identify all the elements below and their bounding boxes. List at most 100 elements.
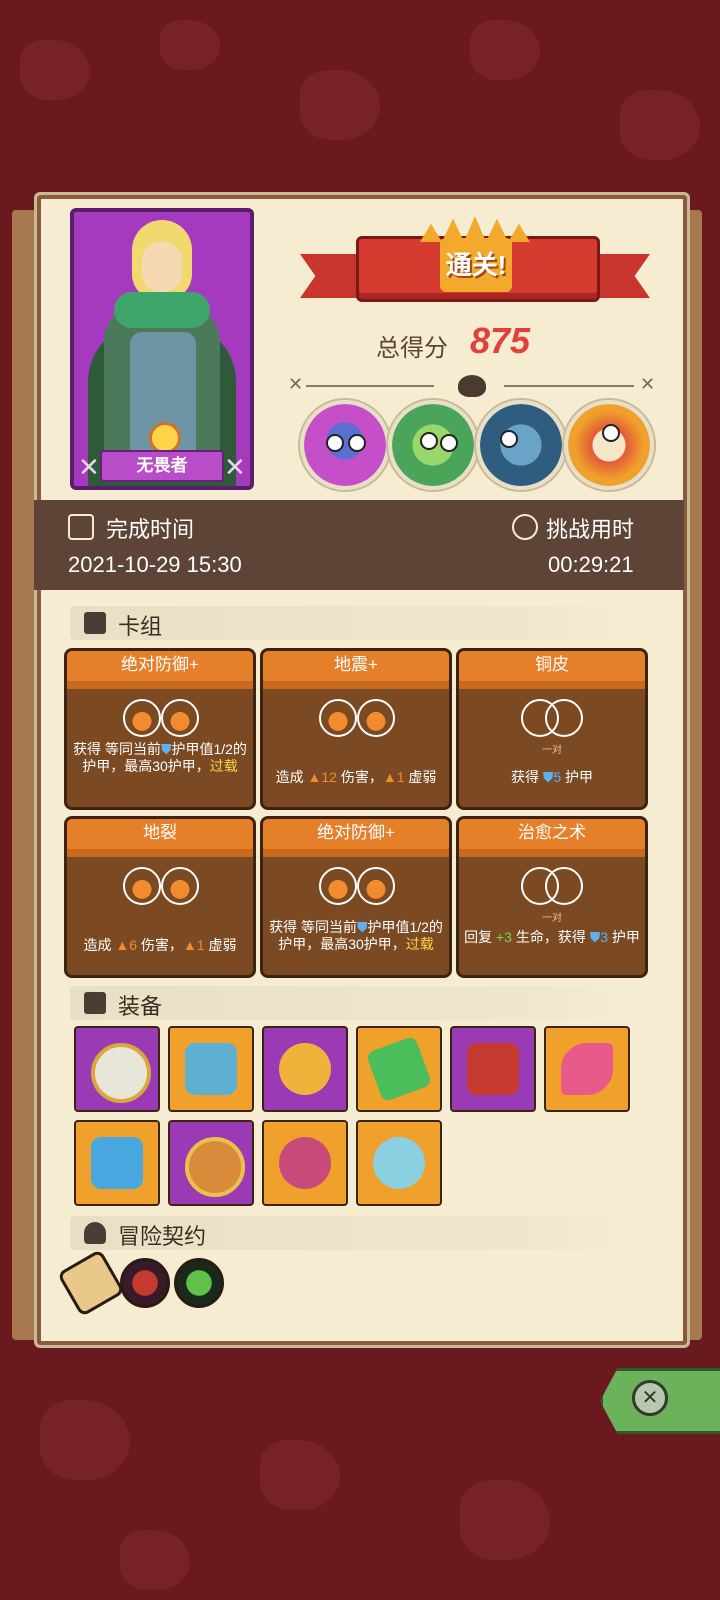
dice-slot — [545, 867, 583, 905]
deck-card[interactable]: 地震+ 造成 ▲12 伤害，▲1 虚弱 — [260, 648, 452, 810]
crossed-bones-icon: ✕ — [640, 374, 656, 394]
boss-portrait-3[interactable] — [476, 400, 566, 490]
dice-slot — [161, 867, 199, 905]
deck-card[interactable]: 绝对防御+ 获得 等同当前⛊护甲值1/2的护甲，最高30护甲，过载 — [260, 816, 452, 978]
card-title: 绝对防御+ — [263, 819, 449, 849]
dice-slot — [545, 699, 583, 737]
dice-slot — [319, 699, 357, 737]
card-title: 地裂 — [67, 819, 253, 849]
armor-value: 3 — [600, 929, 609, 945]
card-keyword: 过载 — [209, 758, 238, 774]
deck-section-header: 卡组 — [70, 606, 634, 640]
dice-slot — [357, 699, 395, 737]
bone-icon: ✕ — [224, 452, 246, 482]
skull-icon — [458, 375, 486, 397]
bg-shape — [300, 70, 380, 140]
calendar-icon — [68, 514, 94, 540]
dice-slot — [123, 867, 161, 905]
red-banner-icon[interactable] — [120, 1258, 170, 1308]
bg-shape — [620, 90, 700, 160]
card-title: 绝对防御+ — [67, 651, 253, 681]
dice-slot — [319, 867, 357, 905]
hex-amulet-icon[interactable] — [168, 1120, 254, 1206]
card-keyword: 过载 — [405, 936, 434, 952]
contract-section-title: 冒险契约 — [118, 1224, 207, 1249]
bg-shape — [460, 1480, 550, 1560]
damage-value: 6 — [129, 937, 138, 953]
potion-heart-icon[interactable] — [262, 1026, 348, 1112]
bg-shape — [160, 20, 220, 70]
score-label: 总得分 — [376, 335, 448, 362]
stats-bar: 完成时间 2021-10-29 15:30 挑战用时 00:29:21 — [34, 500, 684, 590]
cards-icon — [84, 612, 106, 634]
mirror-icon[interactable] — [74, 1026, 160, 1112]
boss-portrait-4[interactable] — [564, 400, 654, 490]
blue-shield-icon[interactable] — [74, 1120, 160, 1206]
card-desc: 获得 等同当前 — [73, 741, 161, 757]
card-title: 地震+ — [263, 651, 449, 681]
dice-slot — [357, 867, 395, 905]
hero-scarf — [114, 292, 210, 328]
contract-section-header: 冒险契约 — [70, 1216, 634, 1250]
red-bracer-icon[interactable] — [450, 1026, 536, 1112]
victory-banner: 通关! — [300, 216, 650, 312]
deck-card[interactable]: 铜皮 一对 获得 ⛊5 护甲 — [456, 648, 648, 810]
damage-value: 12 — [321, 769, 337, 785]
weak-icon: ▲ — [182, 937, 197, 953]
shield-icon: ⛊ — [160, 741, 172, 757]
weak-icon: ▲ — [382, 769, 397, 785]
score-value: 875 — [470, 320, 531, 361]
blue-vase-icon[interactable] — [356, 1120, 442, 1206]
hero-name: 无畏者 — [100, 450, 224, 482]
divider — [306, 385, 434, 387]
stopwatch-icon — [512, 514, 538, 540]
pink-heart-icon[interactable] — [262, 1120, 348, 1206]
pair-label: 一对 — [542, 745, 562, 756]
boss-portrait-2[interactable] — [388, 400, 478, 490]
dice-slot — [161, 699, 199, 737]
flame-feather-icon[interactable] — [544, 1026, 630, 1112]
challenge-duration-label: 挑战用时 — [546, 517, 635, 542]
bg-shape — [120, 1530, 190, 1590]
armor-value: 5 — [553, 769, 562, 785]
bg-shape — [260, 1440, 340, 1510]
challenge-duration-value: 00:29:21 — [548, 552, 634, 577]
close-icon[interactable]: ✕ — [632, 1380, 668, 1416]
bg-shape — [40, 1400, 130, 1480]
completion-time-label: 完成时间 — [106, 517, 195, 542]
card-title: 治愈之术 — [459, 819, 645, 849]
pair-label: 一对 — [542, 913, 562, 924]
dice-slot — [123, 699, 161, 737]
mask-icon[interactable] — [168, 1026, 254, 1112]
book-spine-left — [12, 210, 34, 1340]
person-icon — [84, 1222, 106, 1244]
box-icon — [84, 992, 106, 1014]
equipment-section-header: 装备 — [70, 986, 634, 1020]
boss-portrait-1[interactable] — [300, 400, 390, 490]
shield-icon: ⛊ — [542, 769, 554, 785]
weak-value: 1 — [196, 937, 205, 953]
damage-icon: ▲ — [115, 937, 130, 953]
equipment-section-title: 装备 — [118, 994, 163, 1019]
completion-time-value: 2021-10-29 15:30 — [68, 552, 242, 577]
deck-card[interactable]: 地裂 造成 ▲6 伤害，▲1 虚弱 — [64, 816, 256, 978]
card-title: 铜皮 — [459, 651, 645, 681]
bg-shape — [470, 20, 540, 80]
deck-card[interactable]: 治愈之术 一对 回复 +3 生命，获得 ⛊3 护甲 — [456, 816, 648, 978]
bone-icon: ✕ — [78, 452, 100, 482]
green-slab-icon[interactable] — [356, 1026, 442, 1112]
green-coin-icon[interactable] — [174, 1258, 224, 1308]
deck-card[interactable]: 绝对防御+ 获得 等同当前⛊护甲值1/2的护甲，最高30护甲，过载 — [64, 648, 256, 810]
shield-icon: ⛊ — [589, 929, 601, 945]
hero-portrait-card[interactable]: ✕ ✕ 无畏者 — [70, 208, 254, 490]
divider — [504, 385, 634, 387]
banner-title: 通关! — [440, 238, 512, 292]
damage-icon: ▲ — [307, 769, 322, 785]
hero-face — [142, 242, 182, 292]
card-desc: 获得 等同当前 — [269, 919, 357, 935]
heal-value: +3 — [495, 929, 512, 945]
crossed-bones-icon: ✕ — [288, 374, 304, 394]
bg-shape — [20, 40, 90, 100]
deck-section-title: 卡组 — [118, 614, 163, 639]
shield-icon: ⛊ — [356, 919, 368, 935]
